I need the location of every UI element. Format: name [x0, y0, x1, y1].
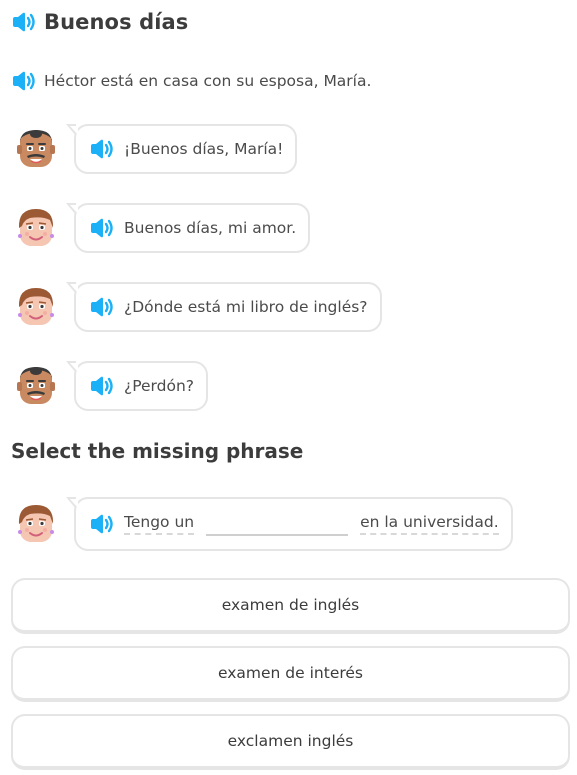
dialogue-line: ¿Dónde está mi libro de inglés?: [16, 282, 382, 332]
speaker-icon[interactable]: [88, 374, 116, 398]
speech-bubble[interactable]: ¿Dónde está mi libro de inglés?: [66, 282, 382, 332]
maria-avatar: [16, 502, 56, 546]
speaker-icon[interactable]: [88, 295, 116, 319]
dialogue-text: ¡Buenos días, María!: [124, 140, 284, 158]
question-line: Tengo un en la universidad.: [16, 497, 513, 551]
speech-bubble[interactable]: ¿Perdón?: [65, 361, 209, 411]
dialogue-text: ¿Dónde está mi libro de inglés?: [124, 298, 368, 316]
answer-option-1[interactable]: examen de inglés: [11, 578, 570, 634]
intro-text: Héctor está en casa con su esposa, María…: [44, 72, 372, 90]
speaker-icon[interactable]: [88, 137, 116, 161]
hector-avatar: [16, 364, 56, 408]
dialogue-text: Buenos días, mi amor.: [124, 219, 297, 237]
answer-option-2[interactable]: examen de interés: [11, 646, 570, 702]
lesson-header: Buenos días: [10, 10, 188, 34]
speech-bubble[interactable]: ¡Buenos días, María!: [65, 124, 298, 174]
maria-avatar: [16, 206, 56, 250]
speech-bubble[interactable]: Buenos días, mi amor.: [65, 203, 311, 253]
dialogue-line: ¡Buenos días, María!: [16, 124, 298, 174]
answer-blank[interactable]: [206, 512, 349, 536]
speaker-icon[interactable]: [10, 10, 38, 34]
dialogue-line: ¿Perdón?: [16, 361, 209, 411]
speaker-icon[interactable]: [88, 512, 116, 536]
speaker-icon[interactable]: [88, 216, 116, 240]
question-prompt: Select the missing phrase: [11, 439, 304, 463]
lesson-title: Buenos días: [44, 10, 189, 34]
dialogue-line: Buenos días, mi amor.: [16, 203, 311, 253]
hector-avatar: [16, 127, 56, 171]
question-bubble: Tengo un en la universidad.: [66, 497, 513, 551]
intro-line: Héctor está en casa con su esposa, María…: [10, 69, 371, 93]
maria-avatar: [16, 285, 56, 329]
question-text-before: Tengo un: [124, 513, 195, 535]
dialogue-text: ¿Perdón?: [124, 377, 195, 395]
speaker-icon[interactable]: [10, 69, 38, 93]
answer-option-3[interactable]: exclamen inglés: [11, 714, 570, 770]
question-text-after: en la universidad.: [360, 513, 499, 535]
